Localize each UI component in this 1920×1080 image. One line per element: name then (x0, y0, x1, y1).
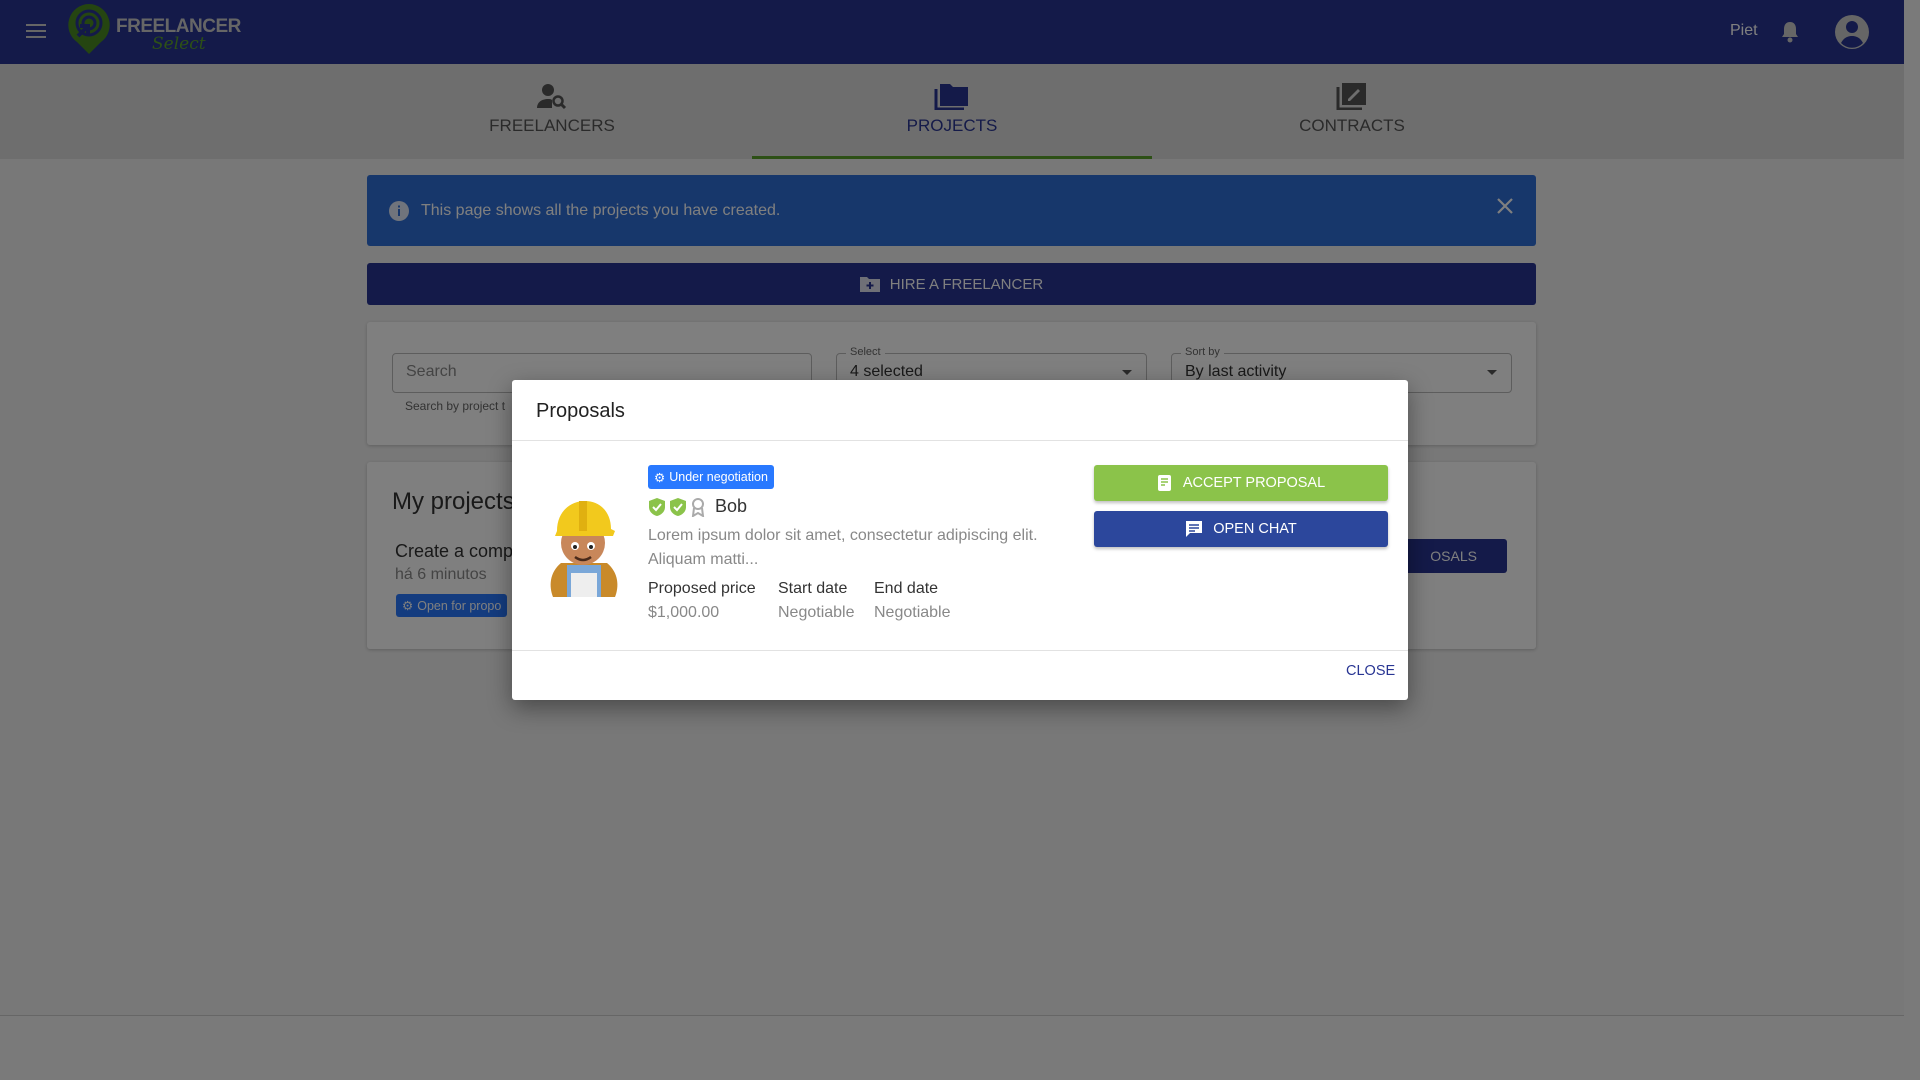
end-date-label: End date (874, 580, 939, 597)
dialog-title: Proposals (536, 400, 625, 422)
end-date-value: Negotiable (874, 604, 951, 621)
award-icon (691, 497, 705, 517)
divider (512, 440, 1408, 441)
chat-label: OPEN CHAT (1213, 521, 1297, 537)
chat-icon (1186, 521, 1203, 537)
gears-icon: ⚙ (654, 470, 666, 485)
status-badge-text: Under negotiation (669, 470, 768, 484)
freelancer-avatar[interactable] (539, 491, 629, 597)
start-date-value: Negotiable (778, 604, 855, 621)
status-badge: ⚙ Under negotiation (648, 465, 774, 489)
verified-shield-icon (649, 497, 665, 516)
verified-shield-icon (670, 497, 686, 516)
proposal-description-cont: Aliquam matti... (648, 551, 759, 568)
divider (512, 650, 1408, 651)
freelancer-name[interactable]: Bob (715, 496, 747, 517)
price-value: $1,000.00 (648, 604, 720, 621)
proposal-description: Lorem ipsum dolor sit amet, consectetur … (648, 527, 1038, 544)
close-button[interactable]: CLOSE (1346, 663, 1395, 679)
accept-label: ACCEPT PROPOSAL (1182, 475, 1326, 491)
price-label: Proposed price (648, 580, 756, 597)
open-chat-button[interactable]: OPEN CHAT (1094, 511, 1388, 547)
receipt-check-icon (1157, 475, 1171, 491)
proposals-dialog: Proposals ⚙ Under negotiation Bob Lorem i… (512, 380, 1408, 700)
accept-proposal-button[interactable]: ACCEPT PROPOSAL (1094, 465, 1388, 501)
start-date-label: Start date (778, 580, 848, 597)
